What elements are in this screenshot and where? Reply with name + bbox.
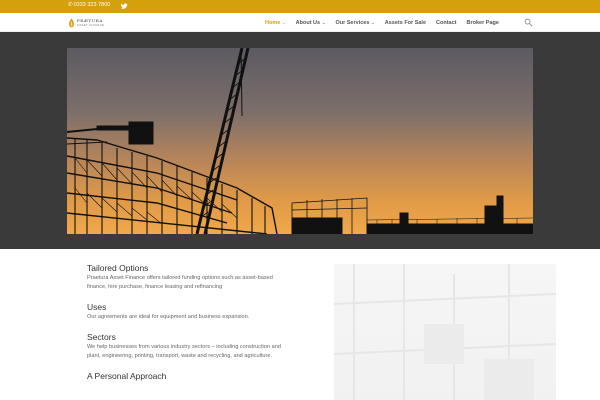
- nav-about-us-label: About Us: [295, 19, 321, 26]
- site-logo[interactable]: PRÆTURA ASSET FINANCE: [68, 17, 104, 29]
- chevron-down-icon: ⌄: [371, 20, 375, 25]
- site-header: PRÆTURA ASSET FINANCE Home ⌄ About Us ⌄ …: [0, 13, 600, 32]
- body-tailored-options: Praetura Asset Finance offers tailored f…: [87, 275, 273, 290]
- heading-tailored-options: Tailored Options: [87, 263, 149, 273]
- nav-our-services-label: Our Services: [335, 19, 370, 26]
- nav-broker-page-label: Broker Page: [466, 19, 499, 26]
- body-sectors: We help businesses from various industry…: [87, 344, 281, 359]
- faded-warehouse-image: [334, 264, 556, 400]
- hero-section: [0, 32, 600, 249]
- heading-uses: Uses: [87, 302, 107, 312]
- nav-assets-for-sale[interactable]: Assets For Sale: [385, 13, 426, 32]
- twitter-icon[interactable]: [120, 1, 128, 11]
- nav-our-services[interactable]: Our Services ⌄: [335, 13, 374, 32]
- nav-home[interactable]: Home ⌄: [265, 13, 286, 32]
- side-image-faded: [334, 264, 556, 400]
- nav-assets-for-sale-label: Assets For Sale: [384, 19, 427, 26]
- content-section: Tailored Options Praetura Asset Finance …: [0, 249, 600, 400]
- phone-number[interactable]: ✆ 0333 323 7800: [68, 2, 110, 8]
- nav-home-label: Home: [265, 19, 281, 26]
- nav-contact-label: Contact: [436, 19, 457, 26]
- nav-broker-page[interactable]: Broker Page: [467, 13, 499, 32]
- logo-line-2: ASSET FINANCE: [77, 22, 105, 27]
- chevron-down-icon: ⌄: [282, 20, 286, 25]
- chevron-down-icon: ⌄: [322, 20, 326, 25]
- top-bar: ✆ 0333 323 7800: [0, 0, 600, 13]
- phone-icon: ✆: [68, 2, 73, 8]
- logo-line-1: PRÆTURA: [77, 18, 103, 23]
- main-nav: Home ⌄ About Us ⌄ Our Services ⌄ Assets …: [265, 13, 509, 32]
- heading-personal-approach: A Personal Approach: [87, 371, 167, 381]
- info-column: Tailored Options Praetura Asset Finance …: [87, 263, 292, 382]
- nav-about-us[interactable]: About Us ⌄: [296, 13, 326, 32]
- heading-sectors: Sectors: [87, 332, 116, 342]
- logo-mark-icon: [69, 18, 74, 28]
- hero-image-construction: [67, 48, 533, 234]
- body-uses: Our agreements are ideal for equipment a…: [87, 314, 250, 320]
- nav-contact[interactable]: Contact: [436, 13, 456, 32]
- phone-text: 0333 323 7800: [73, 2, 111, 8]
- search-icon[interactable]: [524, 18, 533, 27]
